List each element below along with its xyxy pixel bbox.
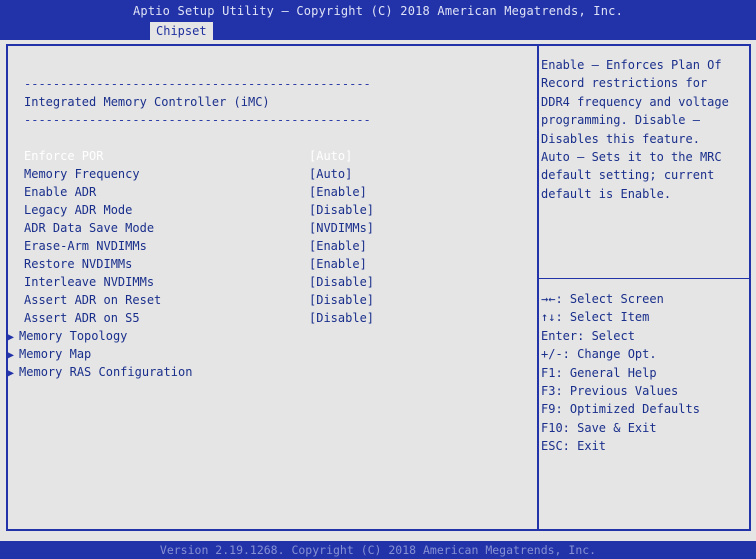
setting-value[interactable]: [Disable] <box>309 201 374 219</box>
setting-row-memory-frequency[interactable]: Memory Frequency [Auto] <box>24 165 524 183</box>
setting-value[interactable]: [NVDIMMs] <box>309 219 374 237</box>
setting-label: Interleave NVDIMMs <box>24 275 155 289</box>
setting-label: Restore NVDIMMs <box>24 257 133 271</box>
triangle-right-icon: ▶ <box>8 350 15 361</box>
setting-label: Assert ADR on Reset <box>24 293 162 307</box>
setting-row-assert-adr-on-reset[interactable]: Assert ADR on Reset [Disable] <box>24 291 524 309</box>
setting-row-enforce-por[interactable]: Enforce POR [Auto] <box>24 147 524 165</box>
setting-value[interactable]: [Disable] <box>309 291 374 309</box>
key-legend: →←: Select Screen ↑↓: Select Item Enter:… <box>541 290 746 456</box>
submenu-label: Memory RAS Configuration <box>19 365 193 379</box>
footer-bar: Version 2.19.1268. Copyright (C) 2018 Am… <box>0 541 756 559</box>
submenu-label: Memory Topology <box>19 329 128 343</box>
key-hint-select-screen: →←: Select Screen <box>541 292 664 306</box>
setting-row-erase-arm-nvdimms[interactable]: Erase-Arm NVDIMMs [Enable] <box>24 237 524 255</box>
setting-label: Legacy ADR Mode <box>24 203 133 217</box>
help-text: Enable – Enforces Plan Of Record restric… <box>541 58 729 201</box>
setting-label: ADR Data Save Mode <box>24 221 155 235</box>
setting-row-adr-data-save-mode[interactable]: ADR Data Save Mode [NVDIMMs] <box>24 219 524 237</box>
setting-value[interactable]: [Enable] <box>309 255 367 273</box>
section-heading: Integrated Memory Controller (iMC) <box>24 95 270 109</box>
setting-label: Erase-Arm NVDIMMs <box>24 239 147 253</box>
submenu-memory-topology[interactable]: ▶ Memory Topology <box>8 327 127 345</box>
key-hint-select-item: ↑↓: Select Item <box>541 310 650 325</box>
separator-top: ----------------------------------------… <box>24 77 371 91</box>
separator-bottom: ----------------------------------------… <box>24 113 371 127</box>
triangle-right-icon: ▶ <box>8 368 15 379</box>
submenu-memory-ras-configuration[interactable]: ▶ Memory RAS Configuration <box>8 363 192 381</box>
submenu-memory-map[interactable]: ▶ Memory Map <box>8 345 91 363</box>
setting-row-interleave-nvdimms[interactable]: Interleave NVDIMMs [Disable] <box>24 273 524 291</box>
setting-label: Assert ADR on S5 <box>24 311 140 325</box>
setting-value[interactable]: [Auto] <box>309 165 352 183</box>
key-hint-optimized-defaults: F9: Optimized Defaults <box>541 402 700 417</box>
panel-divider <box>537 44 539 531</box>
key-hint-exit: ESC: Exit <box>541 439 607 454</box>
setting-label: Memory Frequency <box>24 167 140 181</box>
setting-value[interactable]: [Disable] <box>309 273 374 291</box>
help-divider <box>539 278 749 279</box>
setting-value[interactable]: [Enable] <box>309 237 367 255</box>
tab-chipset[interactable]: Chipset <box>150 22 213 40</box>
key-hint-enter: Enter: Select <box>541 328 635 343</box>
setting-row-assert-adr-on-s5[interactable]: Assert ADR on S5 [Disable] <box>24 309 524 327</box>
header-bar: Aptio Setup Utility – Copyright (C) 2018… <box>0 0 756 40</box>
setting-value[interactable]: [Enable] <box>309 183 367 201</box>
app-title: Aptio Setup Utility – Copyright (C) 2018… <box>132 4 624 18</box>
setting-value[interactable]: [Auto] <box>309 147 352 165</box>
key-hint-save-exit: F10: Save & Exit <box>541 420 657 435</box>
setting-label: Enforce POR <box>24 149 104 163</box>
setting-row-legacy-adr-mode[interactable]: Legacy ADR Mode [Disable] <box>24 201 524 219</box>
submenu-label: Memory Map <box>19 347 92 361</box>
version-footer: Version 2.19.1268. Copyright (C) 2018 Am… <box>159 543 597 557</box>
setting-label: Enable ADR <box>24 185 97 199</box>
key-hint-general-help: F1: General Help <box>541 365 657 380</box>
setting-row-restore-nvdimms[interactable]: Restore NVDIMMs [Enable] <box>24 255 524 273</box>
setting-value[interactable]: [Disable] <box>309 309 374 327</box>
setting-row-enable-adr[interactable]: Enable ADR [Enable] <box>24 183 524 201</box>
key-hint-previous-values: F3: Previous Values <box>541 383 679 398</box>
triangle-right-icon: ▶ <box>8 332 15 343</box>
key-hint-change-opt: +/-: Change Opt. <box>541 347 657 362</box>
